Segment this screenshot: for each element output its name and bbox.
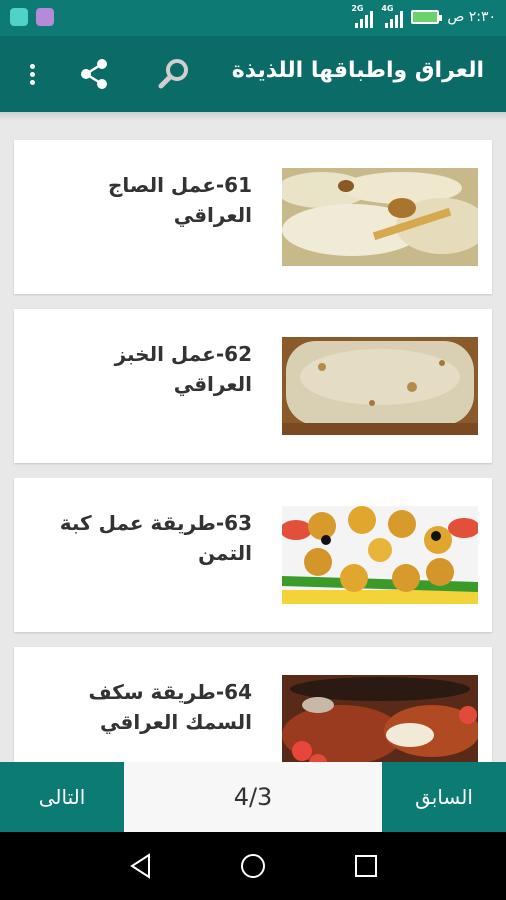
status-time: ٢:٣٠ ص xyxy=(447,9,496,25)
search-icon[interactable] xyxy=(156,56,192,92)
next-button[interactable]: التالى xyxy=(0,762,124,832)
page-indicator: 4/3 xyxy=(233,783,273,811)
recipe-title: 64-طريقة سكف السمك العراقي xyxy=(88,680,252,734)
recipe-list[interactable]: 61-عمل الصاج العراقي 62-عمل الخبز العراق… xyxy=(0,120,506,762)
recipe-title: 63-طريقة عمل كبة التمن xyxy=(59,511,252,565)
recipe-title: 62-عمل الخبز العراقي xyxy=(114,342,252,396)
recipe-thumbnail xyxy=(282,675,478,762)
list-item[interactable]: 61-عمل الصاج العراقي xyxy=(14,140,492,294)
back-icon[interactable] xyxy=(127,852,155,880)
signal-4g-icon: 4G xyxy=(381,4,404,28)
notification-gallery-icon xyxy=(36,8,54,26)
app-bar: العراق واطباقها اللذيذة xyxy=(0,36,506,112)
battery-icon xyxy=(411,10,443,24)
list-item[interactable]: 63-طريقة عمل كبة التمن xyxy=(14,478,492,632)
recipe-thumbnail xyxy=(282,337,478,435)
system-navigation-bar xyxy=(0,832,506,900)
share-icon[interactable] xyxy=(76,56,112,92)
home-icon[interactable] xyxy=(239,852,267,880)
list-item[interactable]: 62-عمل الخبز العراقي xyxy=(14,309,492,463)
pagination-bar: التالى 4/3 السابق xyxy=(0,762,506,832)
page-title: العراق واطباقها اللذيذة xyxy=(231,58,484,83)
recipe-thumbnail xyxy=(282,506,478,604)
overflow-menu-icon[interactable] xyxy=(14,56,50,92)
status-bar: 2G 4G ٢:٣٠ ص xyxy=(0,0,506,36)
signal-2g-icon: 2G xyxy=(351,4,374,28)
previous-button[interactable]: السابق xyxy=(382,762,506,832)
recipe-thumbnail xyxy=(282,168,478,266)
recipe-title: 61-عمل الصاج العراقي xyxy=(107,173,252,227)
notification-app-icon xyxy=(10,8,28,26)
recents-icon[interactable] xyxy=(352,852,380,880)
app-bar-shadow xyxy=(0,112,506,120)
list-item[interactable]: 64-طريقة سكف السمك العراقي xyxy=(14,647,492,762)
